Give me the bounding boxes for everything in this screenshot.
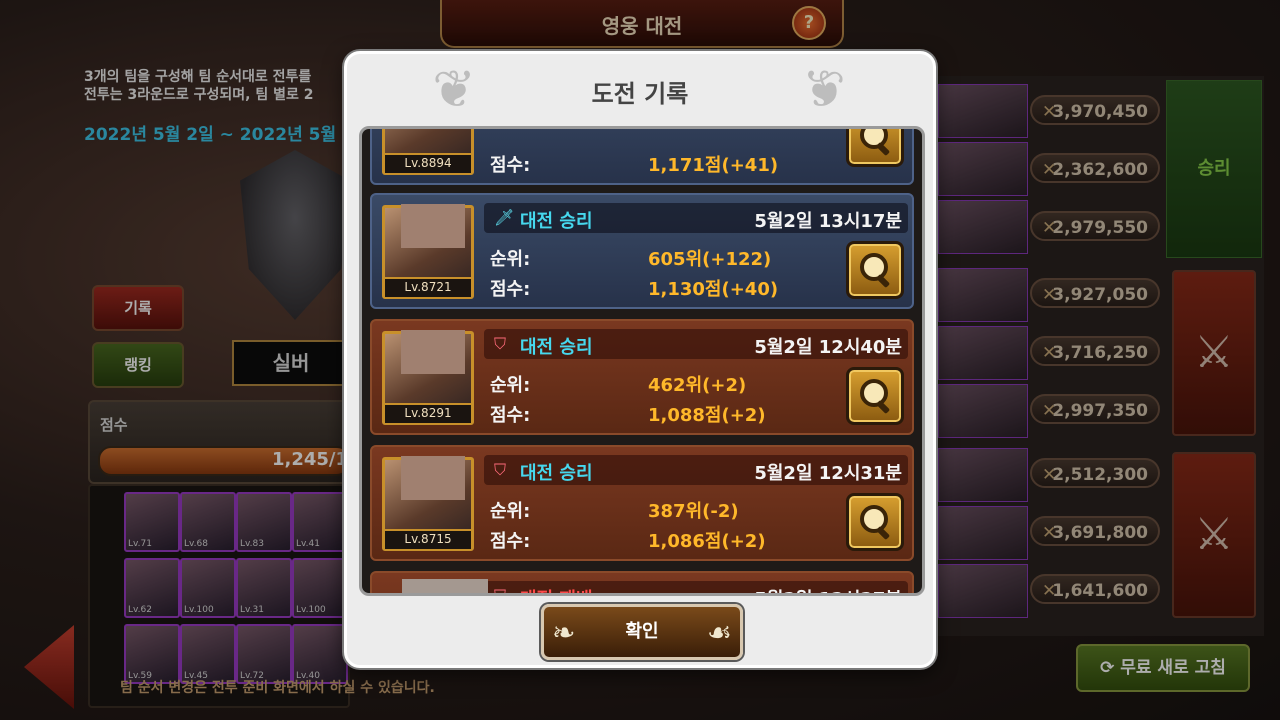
shield-icon: ⛉	[494, 334, 507, 353]
record-entry: Lv.8715 ⛉ 대전 승리 5월2일 12시31분 순위: 387위(-2)…	[370, 445, 914, 561]
censor-block	[401, 456, 465, 500]
rank-label: 순위:	[490, 249, 531, 270]
rank-label: 순위:	[490, 501, 531, 522]
record-list[interactable]: Lv.8894 점수: 1,171점(+41) Lv.8721 🗡 대전 승리 …	[359, 126, 925, 596]
record-type: 대전 패배	[520, 585, 593, 593]
shield-icon: ⛉	[494, 586, 507, 596]
score-label: 점수:	[490, 279, 531, 300]
sword-icon: 🗡	[494, 208, 515, 227]
opponent-level: Lv.8715	[385, 529, 471, 549]
ornament-icon: ❧	[552, 616, 576, 649]
score-change: 1,086점(+2)	[648, 531, 766, 552]
record-header: ⛉ 대전 승리 5월2일 12시40분	[484, 329, 908, 359]
record-type: 대전 승리	[520, 463, 593, 484]
record-header: 🗡 대전 승리 5월2일 13시17분	[484, 203, 908, 233]
record-header: ⛉ 대전 패배 5월2일 12시27분	[484, 581, 908, 596]
score-label: 점수:	[490, 531, 531, 552]
opponent-level: Lv.8894	[385, 153, 471, 173]
record-time: 5월2일 12시31분	[754, 463, 902, 484]
opponent-avatar: Lv.8291	[382, 330, 474, 425]
confirm-button[interactable]: ❧ 확인 ☙	[541, 604, 743, 660]
record-entry: Lv.8291 ⛉ 대전 승리 5월2일 12시40분 순위: 462위(+2)…	[370, 319, 914, 435]
record-entry: Lv.8721 🗡 대전 승리 5월2일 13시17분 순위: 605위(+12…	[370, 193, 914, 309]
record-type: 대전 승리	[520, 337, 593, 358]
opponent-avatar: Lv.8894	[382, 129, 474, 175]
score-change: 1,088점(+2)	[648, 405, 766, 426]
view-replay-button[interactable]	[846, 241, 904, 299]
opponent-avatar: Lv.8721	[382, 204, 474, 299]
view-replay-button[interactable]	[846, 493, 904, 551]
censor-block	[402, 579, 488, 593]
censor-block	[401, 204, 465, 248]
record-entry: Lv.8894 점수: 1,171점(+41)	[370, 129, 914, 185]
shield-icon: ⛉	[494, 460, 507, 479]
score-change: 1,171점(+41)	[648, 155, 779, 176]
challenge-record-dialog: ❦ ❦ 도전 기록 Lv.8894 점수: 1,171점(+41) Lv.872…	[344, 51, 936, 668]
censor-block	[401, 330, 465, 374]
score-label: 점수:	[490, 155, 531, 176]
rank-label: 순위:	[490, 375, 531, 396]
rank-change: 605위(+122)	[648, 249, 772, 270]
record-header: ⛉ 대전 승리 5월2일 12시31분	[484, 455, 908, 485]
rank-change: 387위(-2)	[648, 501, 739, 522]
score-label: 점수:	[490, 405, 531, 426]
record-time: 5월2일 12시40분	[754, 337, 902, 358]
rank-change: 462위(+2)	[648, 375, 747, 396]
ornament-icon: ☙	[706, 616, 732, 649]
opponent-avatar: Lv.8715	[382, 456, 474, 551]
opponent-level: Lv.8721	[385, 277, 471, 297]
view-replay-button[interactable]	[846, 129, 904, 167]
view-replay-button[interactable]	[846, 367, 904, 425]
opponent-level: Lv.8291	[385, 403, 471, 423]
record-time: 5월2일 12시27분	[754, 585, 902, 593]
record-type: 대전 승리	[520, 211, 593, 232]
score-change: 1,130점(+40)	[648, 279, 779, 300]
confirm-label: 확인	[625, 621, 659, 642]
dialog-title: 도전 기록	[591, 80, 689, 108]
record-time: 5월2일 13시17분	[754, 211, 902, 232]
